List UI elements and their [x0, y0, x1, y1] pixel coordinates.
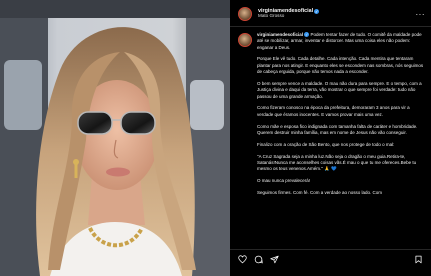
post-viewer: virginiamendesoficial ✓ Mato Grosso ··· … — [0, 0, 431, 276]
avatar[interactable] — [238, 7, 252, 21]
caption-paragraph: O mau nunca prevalecerá! — [257, 178, 311, 184]
caption-username[interactable]: virginiamendesoficial — [257, 32, 303, 37]
caption-paragraph: O bem sempre vence a maldade. O mau não … — [257, 80, 422, 99]
verified-badge-icon: ✓ — [314, 9, 320, 15]
save-icon[interactable] — [414, 255, 423, 264]
post-actions-bar — [230, 249, 431, 276]
caption-text: virginiamendesoficial ✓ Podem tentar faz… — [257, 32, 425, 202]
caption-fade — [230, 236, 431, 250]
caption-paragraph: Querem destruir minha família, mas em no… — [257, 129, 407, 135]
post-side-panel: virginiamendesoficial ✓ Mato Grosso ··· … — [230, 0, 431, 276]
caption-paragraph: Finalizo com a oração de São Bento, que … — [257, 141, 395, 147]
verified-badge-icon: ✓ — [304, 32, 310, 37]
caption-paragraph: virginiamendesoficial ✓ Podem tentar faz… — [257, 32, 422, 50]
actions-row — [230, 250, 431, 264]
caption-paragraph: Porque Ele vê tudo. Cada detalhe. Cada i… — [257, 56, 424, 75]
post-photo[interactable] — [0, 0, 230, 276]
more-dots-icon[interactable]: ··· — [416, 10, 426, 19]
header-meta: virginiamendesoficial ✓ Mato Grosso — [258, 8, 320, 19]
location-link[interactable]: Mato Grosso — [258, 14, 319, 19]
caption-paragraph: Como fizeram conosco na época da prefeit… — [257, 105, 410, 117]
caption-paragraph: "A Cruz Sagrada seja a minha luz.Não sej… — [257, 153, 417, 172]
share-icon[interactable] — [270, 255, 279, 264]
selfie-image — [0, 0, 230, 276]
comment-icon[interactable] — [254, 255, 263, 264]
caption-paragraph: Como mãe e esposa fico indignada com tam… — [257, 123, 418, 129]
heart-icon[interactable] — [238, 255, 247, 264]
caption-paragraph: Seguimos firmes. Com fé. Com a verdade a… — [257, 190, 383, 196]
caption-block: virginiamendesoficial ✓ Podem tentar faz… — [230, 27, 431, 202]
post-header: virginiamendesoficial ✓ Mato Grosso ··· — [230, 0, 431, 27]
caption-avatar[interactable] — [238, 33, 252, 47]
